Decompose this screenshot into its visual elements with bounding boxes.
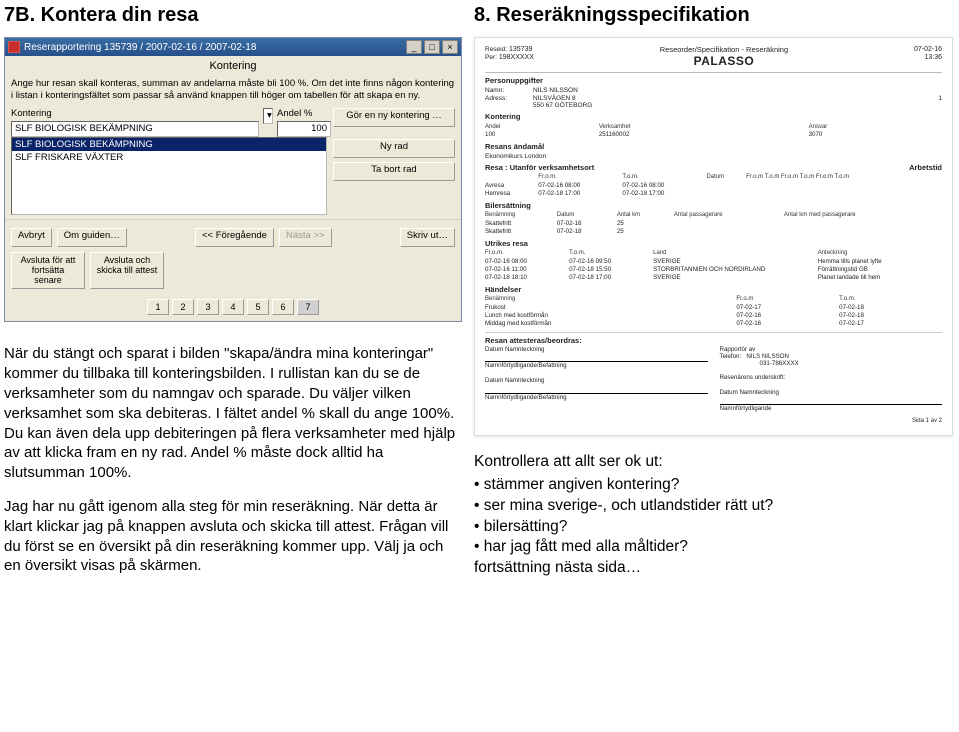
person-extra: 1 bbox=[938, 95, 942, 102]
step-bar: 1 2 3 4 5 6 7 bbox=[5, 295, 461, 321]
resa-header-right: Arbetstid bbox=[909, 164, 942, 173]
checklist-item: bilersätting? bbox=[474, 517, 953, 538]
next-button[interactable]: Nästa >> bbox=[279, 228, 332, 247]
step-5[interactable]: 5 bbox=[247, 299, 269, 315]
adress-label: Adress: bbox=[485, 95, 521, 102]
reseid-value: 135739 bbox=[509, 46, 532, 53]
table-row: 07-02-16 11:00 07-02-18 15:50 STORBRITAN… bbox=[485, 265, 942, 273]
table-row: Lunch med kostförmån 07-02-16 07-02-18 bbox=[485, 311, 942, 319]
checklist-lead: Kontrollera att allt ser ok ut: bbox=[474, 452, 953, 473]
step-2[interactable]: 2 bbox=[172, 299, 194, 315]
page-number: Sida 1 av 2 bbox=[485, 418, 942, 425]
kontering-input[interactable]: SLF BIOLOGISK BEKÄMPNING bbox=[11, 121, 259, 137]
left-paragraph-2: Jag har nu gått igenom alla steg för min… bbox=[4, 497, 462, 576]
table-row: Skattefritt 07-02-18 25 bbox=[485, 228, 942, 236]
minimize-button[interactable]: _ bbox=[406, 40, 422, 54]
table-row: 07-02-18 18:10 07-02-18 17:00 SVERIGE Pl… bbox=[485, 273, 942, 281]
telefon-label: Telefon: bbox=[720, 353, 742, 360]
resenar-underskrift-label: Resenärens underskrift: bbox=[720, 374, 943, 381]
left-heading: 7B. Kontera din resa bbox=[4, 4, 462, 27]
left-paragraph-1: När du stängt och sparat i bilden "skapa… bbox=[4, 344, 462, 483]
kont-h-andel: Andel bbox=[485, 123, 599, 131]
close-button[interactable]: × bbox=[442, 40, 458, 54]
kontering-listbox[interactable]: SLF BIOLOGISK BEKÄMPNING SLF FRISKARE VÄ… bbox=[11, 137, 327, 215]
doc-system: PALASSO bbox=[660, 55, 788, 69]
doc-time: 13:36 bbox=[914, 54, 942, 62]
resa-header-left: Resa : Utanför verksamhetsort bbox=[485, 164, 594, 173]
andel-input[interactable]: 100 bbox=[277, 121, 331, 137]
new-kontering-button[interactable]: Gör en ny kontering … bbox=[333, 108, 455, 127]
reseid-label: Reseid: bbox=[485, 46, 507, 53]
handelser-header: Händelser bbox=[485, 286, 942, 295]
attest-header: Resan attesteras/beordras: bbox=[485, 337, 942, 346]
sig-datum-namn-2: Datum Namnteckning bbox=[485, 377, 708, 384]
doc-date: 07-02-16 bbox=[914, 46, 942, 54]
delete-row-button[interactable]: Ta bort rad bbox=[333, 162, 455, 181]
per-label: Per: bbox=[485, 54, 497, 61]
sig-namnfort-2: Namnförtydligande/Befattning bbox=[485, 394, 708, 401]
sig-datum-namn-3: Datum Namnteckning bbox=[720, 389, 943, 396]
finish-later-button[interactable]: Avsluta för att fortsätta senare bbox=[11, 252, 85, 290]
continuation-text: fortsättning nästa sida… bbox=[474, 558, 953, 579]
step-3[interactable]: 3 bbox=[197, 299, 219, 315]
table-row: Skattefritt 07-02-16 25 bbox=[485, 219, 942, 227]
list-item[interactable]: SLF FRISKARE VÄXTER bbox=[12, 151, 326, 164]
print-button[interactable]: Skriv ut… bbox=[400, 228, 455, 247]
sig-namnfort-1: Namnförtydligande/Befattning bbox=[485, 362, 708, 369]
person-header: Personuppgifter bbox=[485, 77, 942, 86]
new-row-button[interactable]: Ny rad bbox=[333, 139, 455, 158]
table-row: Middag med kostförmån 07-02-16 07-02-17 bbox=[485, 319, 942, 327]
step-1[interactable]: 1 bbox=[147, 299, 169, 315]
cancel-button[interactable]: Avbryt bbox=[11, 228, 52, 247]
namn-label: Namn: bbox=[485, 87, 521, 94]
sig-namnfort-3: Namnförtydligande bbox=[720, 405, 943, 412]
finish-send-button[interactable]: Avsluta och skicka till attest bbox=[90, 252, 164, 290]
section-header: Kontering bbox=[5, 56, 461, 74]
kont-h-verksamhet: Verksamhet bbox=[599, 123, 809, 131]
utrikes-header: Utrikes resa bbox=[485, 240, 942, 249]
adress-value: NILSVÄGEN 8 bbox=[533, 95, 576, 102]
postal-value: 550 67 GÖTEBORG bbox=[533, 102, 592, 109]
table-row: Frukost 07-02-17 07-02-18 bbox=[485, 303, 942, 311]
kont-h-ansvar: Ansvar bbox=[809, 123, 942, 131]
app-window: Reserapportering 135739 / 2007-02-16 / 2… bbox=[4, 37, 462, 322]
table-row: 07-02-16 08:00 07-02-16 09:50 SVERIGE He… bbox=[485, 257, 942, 265]
kontering-dropdown-arrow[interactable]: ▾ bbox=[263, 108, 273, 124]
checklist-item: stämmer angiven kontering? bbox=[474, 475, 953, 496]
per-value: 198XXXXX bbox=[499, 54, 534, 61]
andamal-value: Ekonomikurs London bbox=[485, 153, 546, 160]
table-row: Avresa 07-02-16 08:00 07-02-16 08:00 bbox=[485, 182, 942, 190]
andamal-header: Resans ändamål bbox=[485, 143, 942, 152]
bil-header: Bilersättning bbox=[485, 202, 942, 211]
rapportor-label: Rapportör av bbox=[720, 346, 756, 353]
sig-datum-namn-1: Datum Namnteckning bbox=[485, 346, 708, 353]
prev-button[interactable]: << Föregående bbox=[195, 228, 274, 247]
checklist-item: ser mina sverige-, och utlandstider rätt… bbox=[474, 496, 953, 517]
right-heading: 8. Reseräkningsspecifikation bbox=[474, 4, 953, 27]
table-row: Hemresa 07-02-18 17:00 07-02-18 17:00 bbox=[485, 190, 942, 198]
table-row: 100 251160002 3070 bbox=[485, 131, 942, 139]
rapportor-name: NILS NILSSON bbox=[746, 353, 789, 360]
andel-label: Andel % bbox=[277, 108, 331, 119]
checklist-item: har jag fått med alla måltider? bbox=[474, 537, 953, 558]
kontering-header: Kontering bbox=[485, 113, 942, 122]
window-title: Reserapportering 135739 / 2007-02-16 / 2… bbox=[24, 42, 402, 53]
maximize-button[interactable]: □ bbox=[424, 40, 440, 54]
rapportor-tel: 031-786XXXX bbox=[760, 360, 943, 367]
print-document: Reseid: 135739 Per: 198XXXXX Reseorder/S… bbox=[474, 37, 953, 436]
list-item[interactable]: SLF BIOLOGISK BEKÄMPNING bbox=[12, 138, 326, 151]
titlebar: Reserapportering 135739 / 2007-02-16 / 2… bbox=[5, 38, 461, 56]
app-icon bbox=[8, 41, 20, 53]
instruction-text: Ange hur resan skall konteras, summan av… bbox=[5, 74, 461, 108]
step-4[interactable]: 4 bbox=[222, 299, 244, 315]
kontering-label: Kontering bbox=[11, 108, 259, 119]
about-guide-button[interactable]: Om guiden… bbox=[57, 228, 127, 247]
namn-value: NILS NILSSON bbox=[533, 87, 578, 94]
step-6[interactable]: 6 bbox=[272, 299, 294, 315]
step-7[interactable]: 7 bbox=[297, 299, 319, 315]
